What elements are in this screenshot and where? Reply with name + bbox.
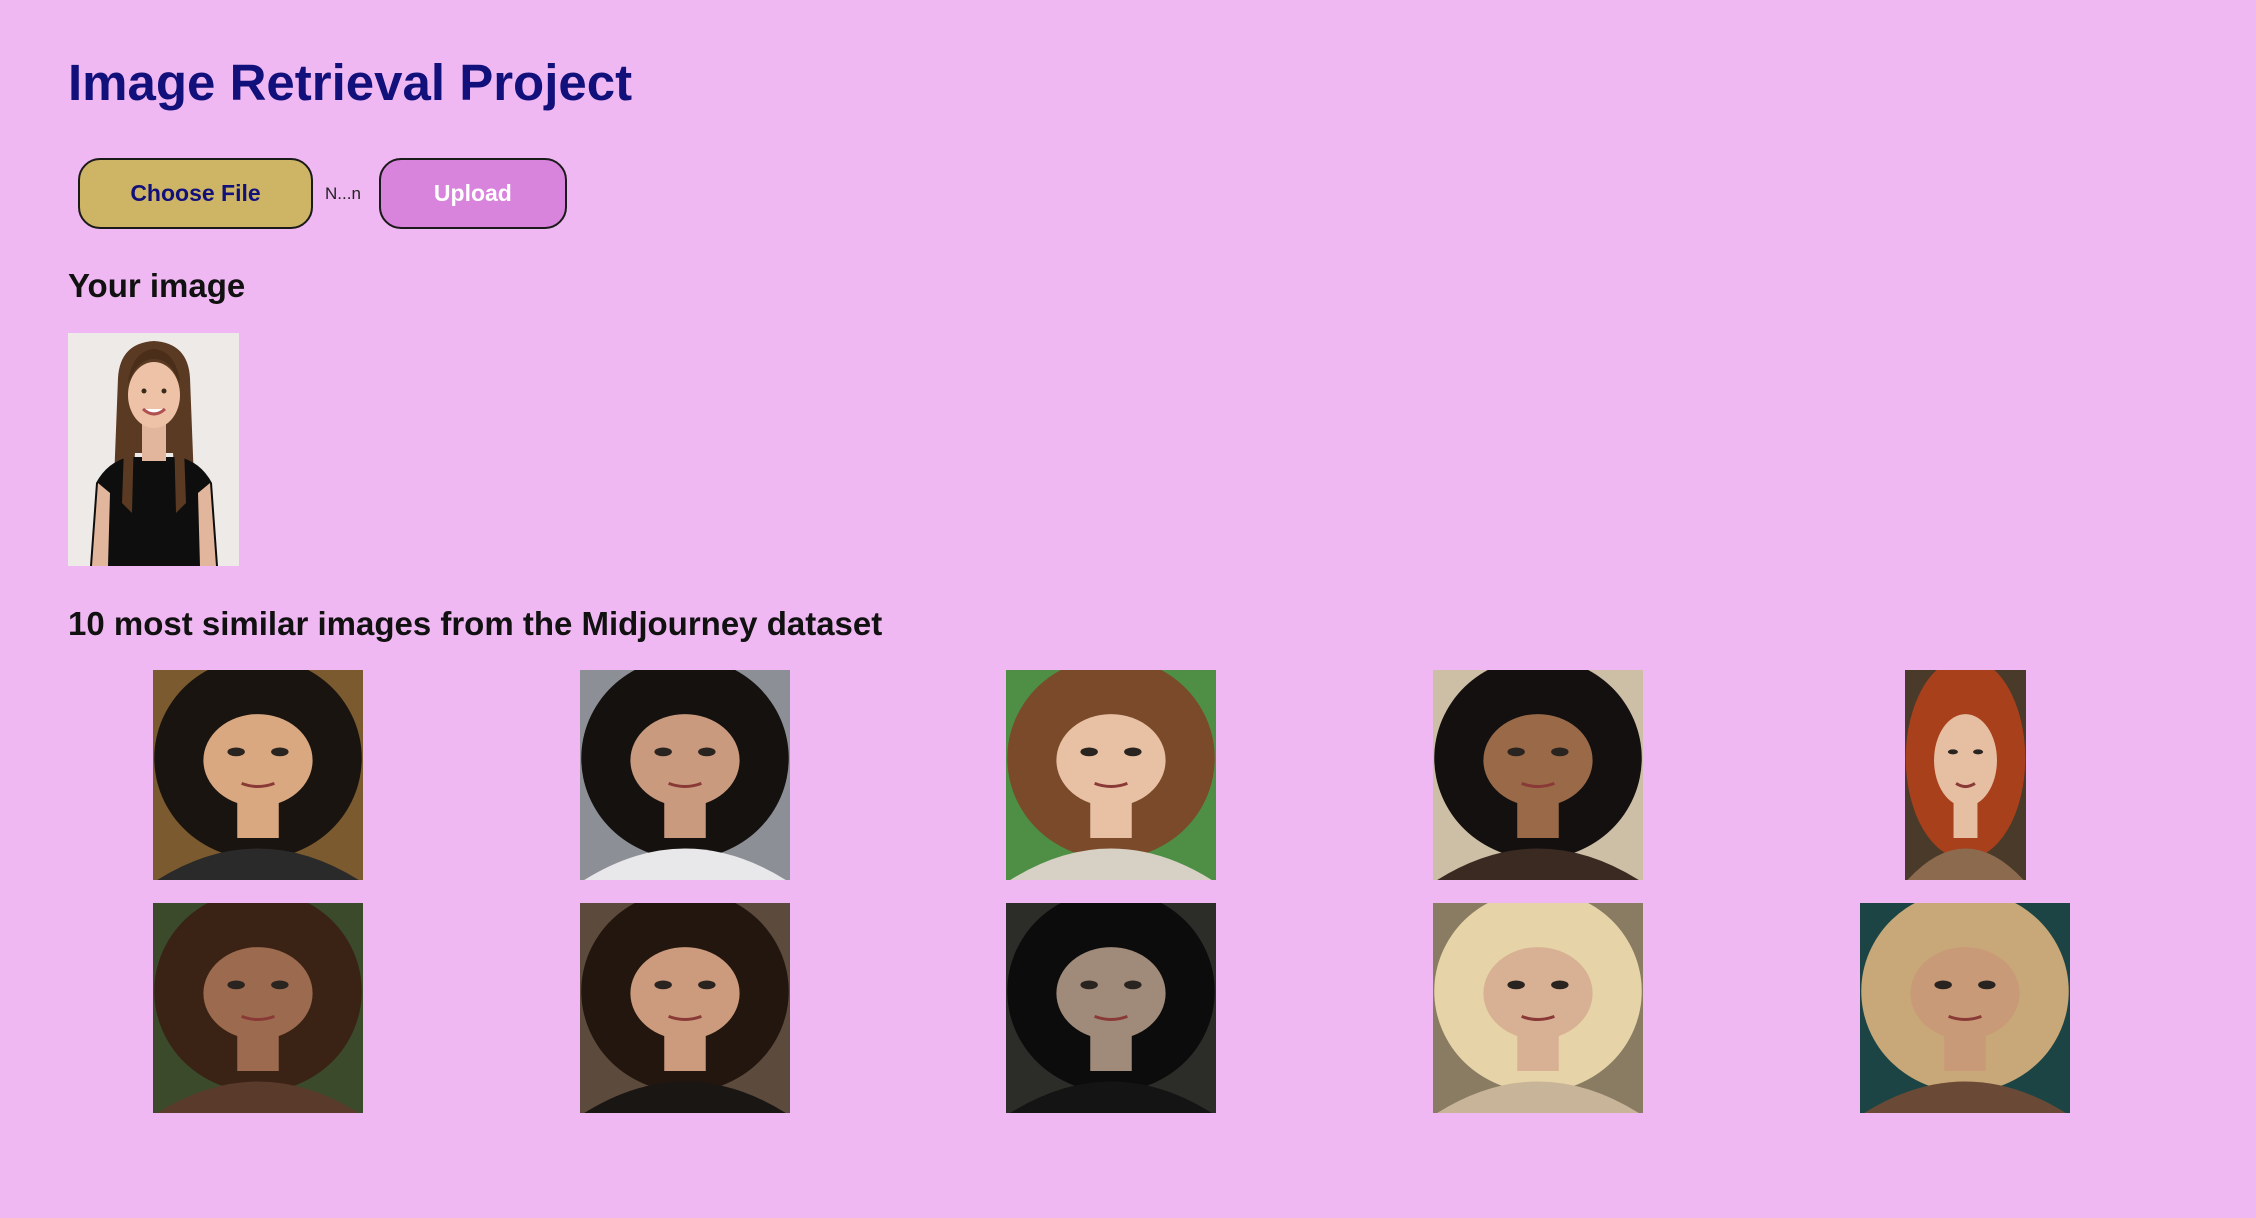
- result-image: [1905, 670, 2026, 880]
- your-image-heading: Your image: [68, 267, 246, 304]
- page-title: Image Retrieval Project: [68, 54, 633, 111]
- upload-form: Choose File N...n Upload: [78, 158, 567, 229]
- result-image: [1433, 903, 1643, 1113]
- selected-file-name: N...n: [325, 183, 361, 203]
- result-image: [1006, 903, 1216, 1113]
- result-image: [153, 903, 363, 1113]
- result-image: [1006, 670, 1216, 880]
- choose-file-button[interactable]: Choose File: [78, 158, 313, 229]
- result-image: [1860, 903, 2070, 1113]
- result-image: [1433, 670, 1643, 880]
- result-image: [580, 670, 790, 880]
- query-portrait: [68, 333, 239, 566]
- similar-images-heading: 10 most similar images from the Midjourn…: [68, 605, 883, 642]
- result-image: [153, 670, 363, 880]
- query-image: [68, 333, 239, 566]
- result-image: [580, 903, 790, 1113]
- upload-button[interactable]: Upload: [378, 158, 567, 229]
